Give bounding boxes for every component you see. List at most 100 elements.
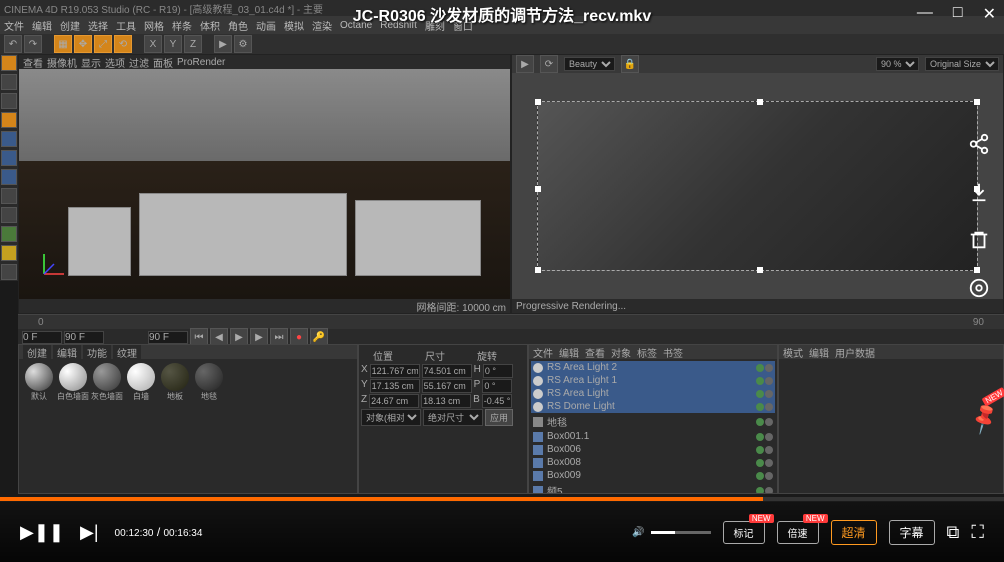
move-tool[interactable]: ✥ bbox=[74, 35, 92, 53]
region-handle-l[interactable] bbox=[535, 186, 541, 192]
object-item[interactable]: RS Dome Light bbox=[531, 400, 775, 413]
edge-tool[interactable] bbox=[1, 150, 17, 166]
object-item[interactable]: 地毯 bbox=[531, 413, 775, 430]
fullscreen-button[interactable]: ⛶ bbox=[971, 522, 984, 543]
scale-tool[interactable]: ⤢ bbox=[94, 35, 112, 53]
render-dot[interactable] bbox=[765, 446, 773, 454]
rot-h-input[interactable] bbox=[483, 364, 513, 378]
render-region[interactable] bbox=[537, 101, 979, 271]
visibility-dot[interactable] bbox=[756, 418, 764, 426]
point-tool[interactable] bbox=[1, 131, 17, 147]
menu-window[interactable]: 窗口 bbox=[453, 18, 473, 33]
subtitle-button[interactable]: 字幕 bbox=[889, 520, 935, 545]
object-item[interactable]: Box001.1 bbox=[531, 430, 775, 443]
visibility-dot[interactable] bbox=[756, 459, 764, 467]
object-item[interactable]: Box009 bbox=[531, 469, 775, 482]
speed-button[interactable]: 倍速NEW bbox=[777, 521, 819, 544]
visibility-dot[interactable] bbox=[756, 390, 764, 398]
frame-start-input[interactable] bbox=[22, 331, 62, 344]
object-item[interactable]: 频5 bbox=[531, 482, 775, 493]
coord-scale-dropdown[interactable]: 绝对尺寸 bbox=[423, 409, 483, 426]
visibility-dot[interactable] bbox=[756, 364, 764, 372]
pos-x-input[interactable] bbox=[370, 364, 420, 378]
axis-y-button[interactable]: Y bbox=[164, 35, 182, 53]
render-size-dropdown[interactable]: Original Size bbox=[925, 57, 999, 71]
tweak-tool[interactable] bbox=[1, 245, 17, 261]
render-dot[interactable] bbox=[765, 433, 773, 441]
viewport-canvas[interactable] bbox=[19, 69, 510, 299]
menu-spline[interactable]: 样条 bbox=[172, 18, 192, 33]
material-item[interactable]: 白色墙面 bbox=[57, 363, 89, 405]
redo-button[interactable]: ↷ bbox=[24, 35, 42, 53]
snap-tool[interactable] bbox=[1, 207, 17, 223]
render-canvas[interactable] bbox=[512, 73, 1003, 299]
undo-button[interactable]: ↶ bbox=[4, 35, 22, 53]
axis-tool[interactable] bbox=[1, 188, 17, 204]
visibility-dot[interactable] bbox=[756, 446, 764, 454]
pip-button[interactable]: ⧉ bbox=[947, 522, 960, 543]
render-dot[interactable] bbox=[765, 487, 773, 494]
volume-icon[interactable]: 🔊 bbox=[632, 527, 644, 538]
region-handle-bl[interactable] bbox=[535, 267, 541, 273]
video-progress-bar[interactable] bbox=[0, 497, 1004, 501]
object-item[interactable]: RS Area Light 1 bbox=[531, 374, 775, 387]
workplane-tool[interactable] bbox=[1, 112, 17, 128]
obj-tab-objects[interactable]: 对象 bbox=[611, 345, 631, 359]
rotate-tool[interactable]: ⟲ bbox=[114, 35, 132, 53]
render-dot[interactable] bbox=[765, 472, 773, 480]
size-x-input[interactable] bbox=[422, 364, 472, 378]
vp-tab-display[interactable]: 显示 bbox=[81, 55, 101, 70]
settings-icon[interactable] bbox=[965, 274, 993, 302]
volume-slider[interactable] bbox=[651, 531, 711, 534]
size-z-input[interactable] bbox=[421, 394, 471, 408]
mat-tab-function[interactable]: 功能 bbox=[83, 345, 111, 359]
size-y-input[interactable] bbox=[422, 379, 472, 393]
delete-icon[interactable] bbox=[965, 226, 993, 254]
mat-tab-create[interactable]: 创建 bbox=[23, 345, 51, 359]
obj-tab-edit[interactable]: 编辑 bbox=[559, 345, 579, 359]
vp-tab-filter[interactable]: 过滤 bbox=[129, 55, 149, 70]
material-item[interactable]: 白墙 bbox=[125, 363, 157, 405]
render-refresh-button[interactable]: ⟳ bbox=[540, 55, 558, 73]
render-dot[interactable] bbox=[765, 377, 773, 385]
viewport-3d[interactable]: 查看 摄像机 显示 选项 过滤 面板 ProRender 网格间距: 10000… bbox=[18, 54, 511, 314]
attr-tab-userdata[interactable]: 用户数据 bbox=[835, 345, 875, 359]
region-handle-tr[interactable] bbox=[974, 99, 980, 105]
axis-x-button[interactable]: X bbox=[144, 35, 162, 53]
video-next-button[interactable]: ▶| bbox=[80, 522, 99, 543]
pos-z-input[interactable] bbox=[369, 394, 419, 408]
material-item[interactable]: 地板 bbox=[159, 363, 191, 405]
axis-gizmo[interactable] bbox=[39, 249, 69, 279]
material-item[interactable]: 默认 bbox=[23, 363, 55, 405]
pos-y-input[interactable] bbox=[370, 379, 420, 393]
make-editable-tool[interactable] bbox=[1, 55, 17, 71]
mat-tab-texture[interactable]: 纹理 bbox=[113, 345, 141, 359]
minimize-button[interactable]: — bbox=[917, 4, 933, 24]
menu-select[interactable]: 选择 bbox=[88, 18, 108, 33]
obj-tab-bookmarks[interactable]: 书签 bbox=[663, 345, 683, 359]
visibility-dot[interactable] bbox=[756, 433, 764, 441]
mat-tab-edit[interactable]: 编辑 bbox=[53, 345, 81, 359]
object-item[interactable]: Box008 bbox=[531, 456, 775, 469]
soft-select-tool[interactable] bbox=[1, 226, 17, 242]
vp-tab-options[interactable]: 选项 bbox=[105, 55, 125, 70]
render-start-button[interactable]: ▶ bbox=[516, 55, 534, 73]
menu-character[interactable]: 角色 bbox=[228, 18, 248, 33]
mark-button[interactable]: 标记NEW bbox=[723, 521, 765, 544]
object-list[interactable]: RS Area Light 2RS Area Light 1RS Area Li… bbox=[529, 359, 777, 493]
video-play-button[interactable]: ▶❚❚ bbox=[20, 522, 64, 543]
select-tool[interactable]: ▦ bbox=[54, 35, 72, 53]
object-item[interactable]: Box006 bbox=[531, 443, 775, 456]
axis-z-button[interactable]: Z bbox=[184, 35, 202, 53]
render-lock-icon[interactable]: 🔒 bbox=[621, 55, 639, 73]
menu-sculpt[interactable]: 雕刻 bbox=[425, 18, 445, 33]
object-item[interactable]: RS Area Light bbox=[531, 387, 775, 400]
visibility-dot[interactable] bbox=[756, 472, 764, 480]
vp-tab-panel[interactable]: 面板 bbox=[153, 55, 173, 70]
share-icon[interactable] bbox=[965, 130, 993, 158]
quality-button[interactable]: 超清 bbox=[831, 520, 877, 545]
menu-create[interactable]: 创建 bbox=[60, 18, 80, 33]
render-dot[interactable] bbox=[765, 364, 773, 372]
menu-animation[interactable]: 动画 bbox=[256, 18, 276, 33]
menu-render[interactable]: 渲染 bbox=[312, 18, 332, 33]
